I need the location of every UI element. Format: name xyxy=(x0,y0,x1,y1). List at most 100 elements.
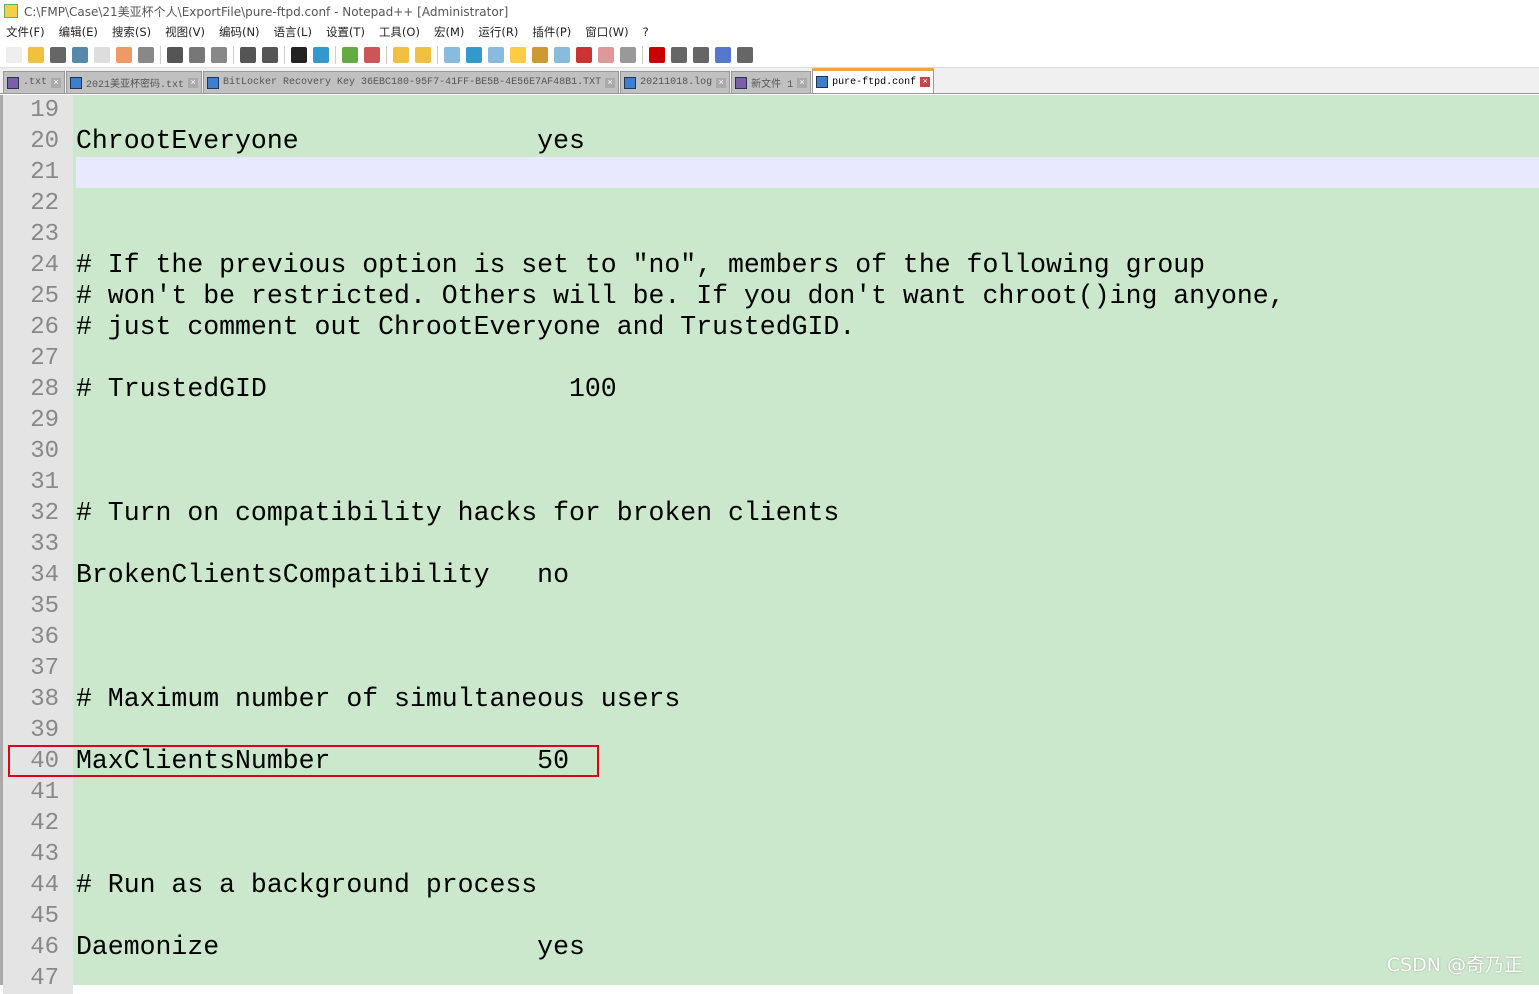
print-icon[interactable] xyxy=(138,46,154,63)
monitor-icon[interactable] xyxy=(620,46,636,63)
line-number: 41 xyxy=(3,777,73,808)
menu-item[interactable]: 窗口(W) xyxy=(585,24,628,40)
current-line-highlight xyxy=(76,157,1539,188)
line-number: 22 xyxy=(3,188,73,219)
save-icon[interactable] xyxy=(50,46,66,63)
menu-item[interactable]: 搜索(S) xyxy=(112,24,151,40)
code-line: 36 xyxy=(3,622,1539,653)
menu-item[interactable]: 宏(M) xyxy=(434,24,464,40)
menu-item[interactable]: 编辑(E) xyxy=(59,24,98,40)
line-text: # won't be restricted. Others will be. I… xyxy=(76,281,1285,311)
line-text: BrokenClientsCompatibility no xyxy=(76,560,569,590)
toolbar-separator xyxy=(386,45,387,64)
menu-item[interactable]: 编码(N) xyxy=(219,24,260,40)
save-icon xyxy=(7,76,19,89)
paste-icon[interactable] xyxy=(211,46,227,63)
menu-item[interactable]: 设置(T) xyxy=(326,24,365,40)
close-tab-icon[interactable]: × xyxy=(51,77,62,88)
tab-1[interactable]: 2021美亚杯密码.txt × xyxy=(66,71,203,93)
code-line: 19 xyxy=(3,95,1539,126)
close-tab-icon[interactable]: × xyxy=(716,77,727,88)
zoom-out-icon[interactable] xyxy=(364,46,380,63)
code-line: 42 xyxy=(3,808,1539,839)
close-tab-icon[interactable]: × xyxy=(920,77,931,87)
folder-workspace-icon[interactable] xyxy=(576,46,592,63)
code-line: 46 Daemonize yes xyxy=(3,932,1539,963)
code-line: 29 xyxy=(3,405,1539,436)
language-icon[interactable] xyxy=(510,46,526,63)
tab-label: 20211018.log xyxy=(640,77,713,88)
open-file-icon[interactable] xyxy=(28,46,44,63)
run-macro-multiple-icon[interactable] xyxy=(715,46,731,63)
function-list-icon[interactable] xyxy=(554,46,570,63)
save-all-icon[interactable] xyxy=(72,46,88,63)
show-all-chars-icon[interactable] xyxy=(466,46,482,63)
code-line: 45 xyxy=(3,901,1539,932)
undo-icon[interactable] xyxy=(240,46,256,63)
code-line: 21 xyxy=(3,157,1539,188)
record-macro-icon[interactable] xyxy=(649,46,665,63)
line-text: # just comment out ChrootEveryone and Tr… xyxy=(76,312,856,342)
sync-horizontal-icon[interactable] xyxy=(415,46,431,63)
code-line: 43 xyxy=(3,839,1539,870)
menu-item[interactable]: 文件(F) xyxy=(6,24,45,40)
line-number: 26 xyxy=(3,312,73,343)
close-tab-icon[interactable]: × xyxy=(188,77,199,88)
code-line: 35 xyxy=(3,591,1539,622)
tab-0[interactable]: .txt × xyxy=(3,71,66,93)
menu-item[interactable]: 视图(V) xyxy=(165,24,205,40)
menu-item[interactable]: 插件(P) xyxy=(532,24,571,40)
code-line: 32 # Turn on compatibility hacks for brok… xyxy=(3,498,1539,529)
line-number: 35 xyxy=(3,591,73,622)
zoom-in-icon[interactable] xyxy=(342,46,358,63)
replace-icon[interactable] xyxy=(313,46,329,63)
line-text: # TrustedGID 100 xyxy=(76,374,617,404)
tab-2[interactable]: BitLocker Recovery Key 36EBC180-95F7-41F… xyxy=(203,71,620,93)
editor[interactable]: 19 20 ChrootEveryone yes 21 22 23 24 # If the p… xyxy=(0,95,1539,994)
code-line: 30 xyxy=(3,436,1539,467)
play-macro-icon[interactable] xyxy=(693,46,709,63)
folder-icon[interactable] xyxy=(598,46,614,63)
line-number: 42 xyxy=(3,808,73,839)
redo-icon[interactable] xyxy=(262,46,278,63)
doc-map-icon[interactable] xyxy=(532,46,548,63)
toolbar-separator xyxy=(437,45,438,64)
word-wrap-icon[interactable] xyxy=(444,46,460,63)
close-icon[interactable] xyxy=(94,46,110,63)
close-tab-icon[interactable]: × xyxy=(605,77,616,88)
cut-icon[interactable] xyxy=(167,46,183,63)
find-icon[interactable] xyxy=(291,46,307,63)
line-number: 24 xyxy=(3,250,73,281)
title-bar: C:\FMP\Case\21美亚杯个人\ExportFile\pure-ftpd… xyxy=(0,0,1539,22)
menu-bar: 文件(F) 编辑(E) 搜索(S) 视图(V) 编码(N) 语言(L) 设置(T) 工具(O)… xyxy=(0,22,1539,42)
copy-icon[interactable] xyxy=(189,46,205,63)
indent-guide-icon[interactable] xyxy=(488,46,504,63)
sync-vertical-icon[interactable] xyxy=(393,46,409,63)
menu-item[interactable]: 语言(L) xyxy=(274,24,312,40)
line-number: 31 xyxy=(3,467,73,498)
line-number: 29 xyxy=(3,405,73,436)
line-number: 28 xyxy=(3,374,73,405)
save-macro-icon[interactable] xyxy=(737,46,753,63)
close-tab-icon[interactable]: × xyxy=(797,77,808,88)
code-line: 24 # If the previous option is set to "no… xyxy=(3,250,1539,281)
tab-5[interactable]: pure-ftpd.conf × xyxy=(812,68,935,93)
code-line: 39 xyxy=(3,715,1539,746)
close-all-icon[interactable] xyxy=(116,46,132,63)
line-number: 36 xyxy=(3,622,73,653)
tab-4[interactable]: 新文件 1 × xyxy=(731,71,812,93)
toolbar-separator xyxy=(335,45,336,64)
menu-item[interactable]: ? xyxy=(643,25,649,39)
line-number: 27 xyxy=(3,343,73,374)
tab-label: BitLocker Recovery Key 36EBC180-95F7-41F… xyxy=(223,77,602,88)
tab-3[interactable]: 20211018.log × xyxy=(620,71,731,93)
menu-item[interactable]: 运行(R) xyxy=(478,24,518,40)
stop-macro-icon[interactable] xyxy=(671,46,687,63)
code-line: 47 xyxy=(3,963,1539,994)
menu-item[interactable]: 工具(O) xyxy=(379,24,420,40)
new-file-icon[interactable] xyxy=(6,46,22,63)
code-line: 33 xyxy=(3,529,1539,560)
line-number: 34 xyxy=(3,560,73,591)
code-line: 44 # Run as a background process xyxy=(3,870,1539,901)
toolbar-separator xyxy=(160,45,161,64)
